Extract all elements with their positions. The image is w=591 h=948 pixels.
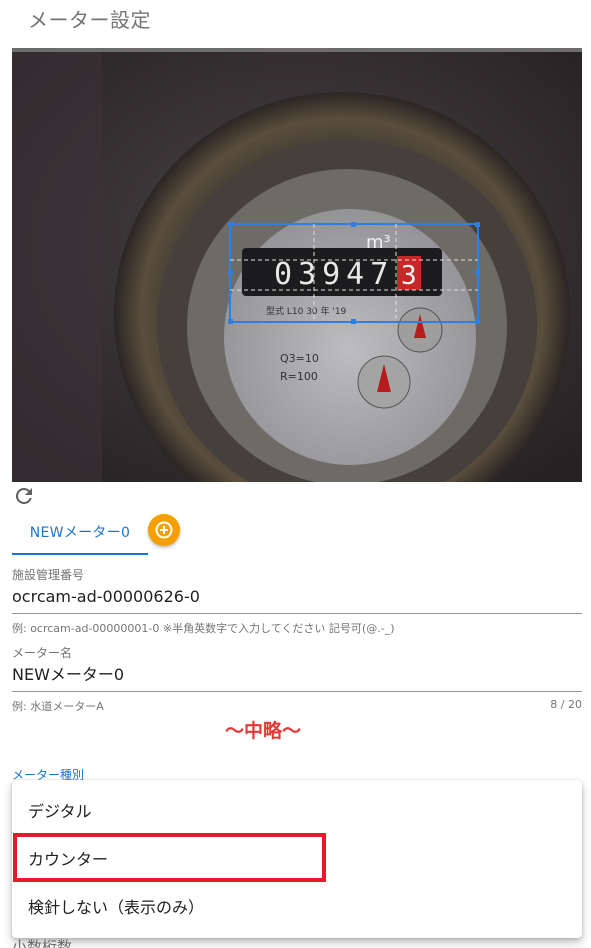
- meter-name-counter: 8 / 20: [550, 698, 582, 711]
- refresh-icon[interactable]: [12, 484, 36, 508]
- option-no-reading[interactable]: 検針しない（表示のみ）: [12, 882, 582, 930]
- field-underline: [12, 613, 582, 614]
- facility-number-field[interactable]: 施設管理番号 ocrcam-ad-00000626-0 例: ocrcam-ad…: [12, 566, 582, 636]
- page-title: メーター設定: [28, 8, 151, 32]
- meter-plate: 型式 L10 30 年 '19: [266, 305, 347, 317]
- highlight-box: [13, 833, 326, 882]
- facility-number-hint: 例: ocrcam-ad-00000001-0 ※半角英数字で入力してください …: [12, 622, 395, 635]
- meter-q-label: Q3=10: [280, 352, 319, 365]
- facility-number-label: 施設管理番号: [12, 568, 85, 582]
- meter-digits: 03947: [274, 257, 394, 292]
- meter-name-input[interactable]: NEWメーター0: [12, 663, 582, 687]
- field-underline: [12, 691, 582, 692]
- meter-name-label: メーター名: [12, 646, 73, 660]
- meter-r-label: R=100: [280, 370, 318, 383]
- omitted-note: 〜中略〜: [224, 720, 301, 742]
- meter-unit: m³: [366, 232, 391, 253]
- tab-new-meter-0[interactable]: NEWメーター0: [12, 510, 148, 555]
- facility-number-input[interactable]: ocrcam-ad-00000626-0: [12, 585, 582, 609]
- add-meter-button[interactable]: [148, 514, 180, 546]
- option-digital[interactable]: デジタル: [12, 786, 582, 834]
- plus-circle-icon: [155, 521, 173, 539]
- meter-photo: 03947 3 m³ 型式 L10 30 年 '19 Q3=10 R=100: [12, 52, 582, 482]
- meter-last-digit: 3: [401, 261, 417, 291]
- tab-label: NEWメーター0: [29, 524, 131, 541]
- camera-preview[interactable]: 03947 3 m³ 型式 L10 30 年 '19 Q3=10 R=100: [12, 48, 582, 482]
- meter-name-field[interactable]: メーター名 NEWメーター0 例: 水道メーターA 8 / 20: [12, 644, 582, 714]
- meter-name-hint: 例: 水道メーターA: [12, 700, 104, 713]
